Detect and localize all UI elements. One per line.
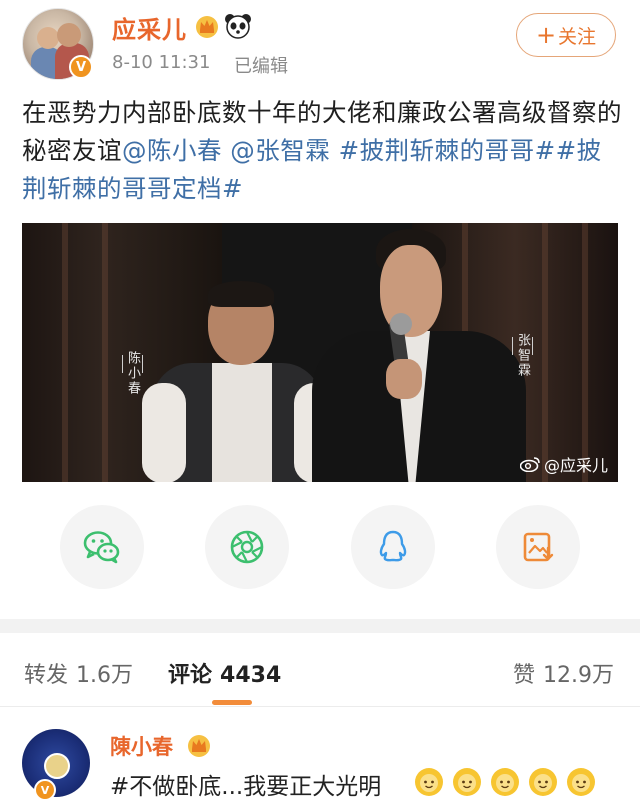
verified-badge: V <box>69 55 93 79</box>
post-header: V 应采儿 8-10 11:31 已编辑 + 关注 <box>0 0 640 88</box>
tab-repost-label: 转发 <box>24 663 69 688</box>
comment-item: V 陳小春 #不做卧底...我要正大光明 <box>0 707 640 801</box>
tab-comment[interactable]: 评论 4434 <box>168 657 281 689</box>
sun-emoji-icon <box>491 768 519 796</box>
engagement-tabs: 转发 1.6万 评论 4434 赞 12.9万 <box>0 633 640 705</box>
active-tab-indicator <box>212 700 252 705</box>
moments-icon <box>230 530 264 564</box>
weibo-icon <box>519 457 540 472</box>
save-image-button[interactable] <box>496 505 580 589</box>
post-time: 8-10 11:31 <box>112 52 211 73</box>
crown-icon <box>196 16 218 38</box>
panda-icon <box>225 14 251 39</box>
watermark-text: @应采儿 <box>543 456 608 475</box>
edited-label: 已编辑 <box>234 56 288 77</box>
wechat-share-button[interactable] <box>60 505 144 589</box>
mention-link[interactable]: @陈小春 <box>122 136 222 165</box>
wechat-icon <box>83 531 120 564</box>
sun-emoji-icon <box>453 768 481 796</box>
tab-comment-count: 4434 <box>220 663 282 688</box>
watermark: @应采儿 <box>519 452 608 476</box>
sun-emoji-icon <box>415 768 443 796</box>
post-image[interactable]: 陈小春 张智霖 @应采儿 <box>22 223 618 482</box>
comment-text: #不做卧底...我要正大光明 <box>110 774 382 800</box>
tab-like-label: 赞 <box>512 663 535 688</box>
commenter-name[interactable]: 陳小春 <box>110 731 173 761</box>
follow-button[interactable]: + 关注 <box>516 13 616 57</box>
commenter-avatar[interactable] <box>22 729 90 797</box>
tab-repost[interactable]: 转发 1.6万 <box>24 657 133 689</box>
username[interactable]: 应采儿 <box>112 10 187 45</box>
tab-like-count: 12.9万 <box>543 663 614 688</box>
tab-like[interactable]: 赞 12.9万 <box>513 657 614 689</box>
qq-share-button[interactable] <box>351 505 435 589</box>
post-text: 在恶势力内部卧底数十年的大佬和廉政公署高级督察的秘密友谊@陈小春 @张智霖 #披… <box>22 94 622 208</box>
commenter-verified-badge: V <box>34 779 56 801</box>
qq-icon <box>379 530 407 562</box>
section-divider <box>0 619 640 633</box>
tab-comment-label: 评论 <box>168 663 213 688</box>
plus-icon: + <box>535 21 557 49</box>
moments-share-button[interactable] <box>205 505 289 589</box>
hashtag-link[interactable]: #披荆斩棘的哥哥# <box>339 136 556 165</box>
tab-repost-count: 1.6万 <box>76 663 134 688</box>
emoji-row <box>414 767 596 797</box>
name-caption-left: 陈小春 <box>122 351 143 396</box>
save-image-icon <box>523 532 554 562</box>
crown-icon <box>188 735 210 757</box>
share-row <box>0 505 640 593</box>
sun-emoji-icon <box>567 768 595 796</box>
follow-label: 关注 <box>558 25 597 48</box>
mention-link[interactable]: @张智霖 <box>230 136 330 165</box>
sun-emoji-icon <box>529 768 557 796</box>
name-caption-right: 张智霖 <box>512 333 533 378</box>
